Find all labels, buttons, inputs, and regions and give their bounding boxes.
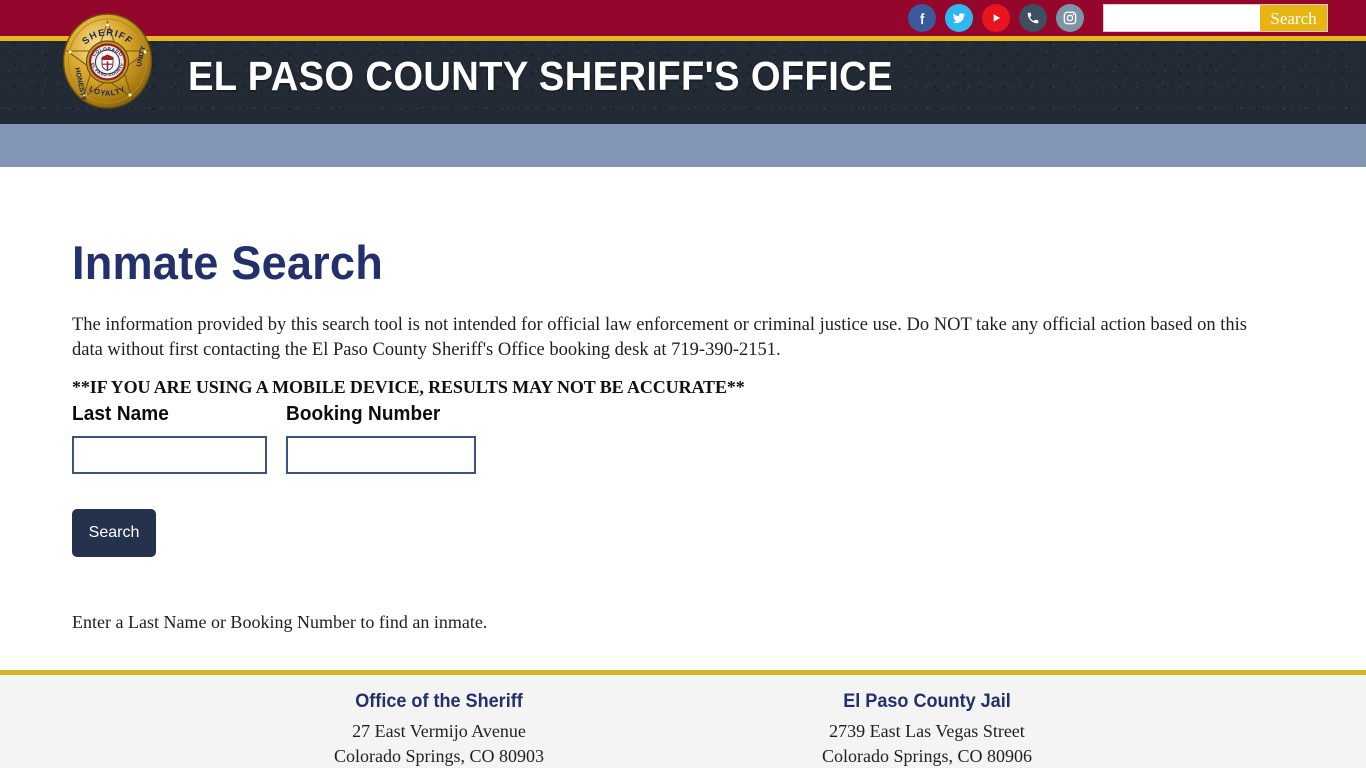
site-footer: Office of the Sheriff 27 East Vermijo Av… xyxy=(0,675,1366,768)
site-masthead: EL PASO COUNTY SHERIFF'S OFFICE xyxy=(0,41,1366,124)
top-utility-bar: Search xyxy=(0,0,1366,36)
footer-column-sheriff-office: Office of the Sheriff 27 East Vermijo Av… xyxy=(279,691,599,768)
site-search: Search xyxy=(1103,4,1328,32)
youtube-play-icon[interactable] xyxy=(982,4,1010,32)
booking-number-input[interactable] xyxy=(286,436,476,474)
social-links xyxy=(908,4,1084,32)
disclaimer-text: The information provided by this search … xyxy=(72,314,1247,360)
footer-heading: El Paso County Jail xyxy=(843,691,1011,712)
mobile-warning-text: **IF YOU ARE USING A MOBILE DEVICE, RESU… xyxy=(72,377,745,397)
footer-address-line-1: 27 East Vermijo Avenue xyxy=(352,721,526,741)
main-content: Inmate Search The information provided b… xyxy=(0,167,1366,670)
site-title: EL PASO COUNTY SHERIFF'S OFFICE xyxy=(188,53,893,99)
last-name-label: Last Name xyxy=(72,403,169,425)
inmate-search-form: Last Name Booking Number xyxy=(72,403,482,474)
instagram-icon[interactable] xyxy=(1056,4,1084,32)
footer-address-line-2: Colorado Springs, CO 80906 xyxy=(821,746,1032,766)
footer-address-line-1: 2739 East Las Vegas Street xyxy=(829,721,1025,741)
footer-heading: Office of the Sheriff xyxy=(355,691,523,712)
page-title: Inmate Search xyxy=(72,236,383,290)
last-name-input[interactable] xyxy=(72,436,267,474)
main-navigation-bar[interactable] xyxy=(0,124,1366,167)
footer-address-line-2: Colorado Springs, CO 80903 xyxy=(333,746,544,766)
site-search-input[interactable] xyxy=(1104,5,1260,31)
footer-column-county-jail: El Paso County Jail 2739 East Las Vegas … xyxy=(767,691,1087,768)
search-hint-text: Enter a Last Name or Booking Number to f… xyxy=(72,612,488,632)
last-name-field-group: Last Name xyxy=(72,403,286,474)
site-search-button[interactable]: Search xyxy=(1260,5,1327,31)
phone-icon[interactable] xyxy=(1019,4,1047,32)
inmate-search-submit-button[interactable]: Search xyxy=(72,509,156,557)
facebook-icon[interactable] xyxy=(908,4,936,32)
booking-number-label: Booking Number xyxy=(286,403,441,425)
twitter-icon[interactable] xyxy=(945,4,973,32)
booking-number-field-group: Booking Number xyxy=(286,403,482,474)
sheriff-badge-icon[interactable]: SHERIFF COLORADO EL PASO COUNTY LOYALTY … xyxy=(62,12,153,110)
